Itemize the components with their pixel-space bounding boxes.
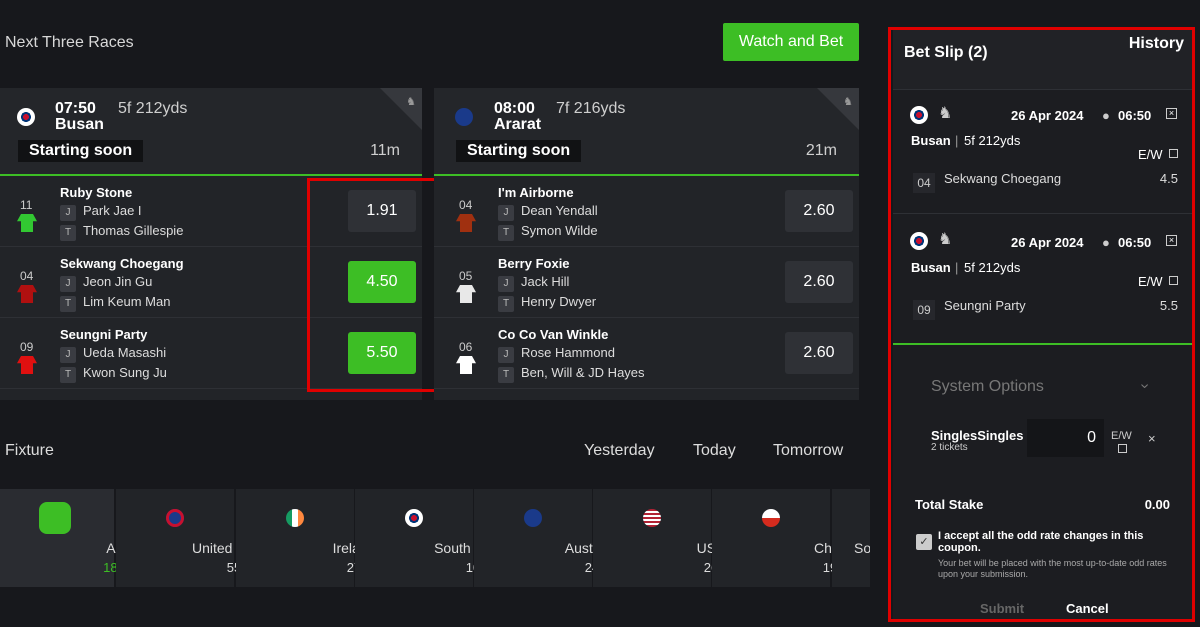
watch-and-bet-button[interactable]: Watch and Bet xyxy=(723,23,859,61)
status-badge: Starting soon xyxy=(456,140,582,162)
horse-name: Seungni Party xyxy=(60,327,148,342)
chile-flag-icon xyxy=(762,509,780,527)
country-list: All 185 United King... 55 Ireland 27 Sou… xyxy=(0,489,870,587)
race-countdown: 21m xyxy=(805,142,837,159)
trainer: T Henry Dwyer xyxy=(498,294,596,312)
status-badge: Starting soon xyxy=(18,140,144,162)
country-name: Chile xyxy=(814,540,846,556)
horse-name: Berry Foxie xyxy=(498,256,570,271)
horse-name: I'm Airborne xyxy=(498,185,574,200)
runner-number: 11 xyxy=(20,198,33,212)
country-chile[interactable]: Chile 19 xyxy=(712,489,846,587)
jockey: J Ueda Masashi xyxy=(60,345,166,363)
country-uk[interactable]: United King... 55 xyxy=(116,489,276,587)
jockey: J Park Jae I xyxy=(60,203,142,221)
horse-icon: ♞ xyxy=(843,96,853,108)
tab-today[interactable]: Today xyxy=(693,442,736,460)
trainer: T Symon Wilde xyxy=(498,223,598,241)
race-card-ararat: 08:00 7f 216yds Ararat Starting soon 21m… xyxy=(434,88,859,400)
horse-name: Sekwang Choegang xyxy=(60,256,184,271)
odds-button[interactable]: 2.60 xyxy=(785,261,853,303)
country-count: 19 xyxy=(822,560,838,575)
race-name: Busan xyxy=(55,116,104,133)
country-australia[interactable]: Australia 24 xyxy=(474,489,619,587)
race-distance: 7f 216yds xyxy=(556,100,626,117)
runner-number: 04 xyxy=(20,269,34,283)
horse-name: Ruby Stone xyxy=(60,185,133,200)
jockey: J Jack Hill xyxy=(498,274,569,292)
usa-flag-icon xyxy=(643,509,661,527)
runner-number: 05 xyxy=(459,269,473,283)
runner-number: 06 xyxy=(459,340,473,354)
highlight-box xyxy=(888,27,1195,622)
globe-icon xyxy=(39,502,71,534)
runner-number: 04 xyxy=(459,198,473,212)
trainer: T Kwon Sung Ju xyxy=(60,365,167,383)
silk-icon xyxy=(456,356,476,374)
next-races-title: Next Three Races xyxy=(5,34,134,51)
runner-row: 04 I'm Airborne J Dean Yendall T Symon Wil… xyxy=(434,176,859,247)
country-all[interactable]: All 185 xyxy=(0,489,125,587)
country-south-korea[interactable]: South Korea 10 xyxy=(355,489,512,587)
korea-flag-icon xyxy=(405,509,423,527)
tab-yesterday[interactable]: Yesterday xyxy=(584,442,655,460)
horse-icon: ♞ xyxy=(406,96,416,108)
korea-flag-icon xyxy=(17,108,35,126)
country-name: So xyxy=(854,540,870,556)
trainer: T Thomas Gillespie xyxy=(60,223,183,241)
ireland-flag-icon xyxy=(286,509,304,527)
australia-flag-icon xyxy=(524,509,542,527)
silk-icon xyxy=(456,214,476,232)
fixture-title: Fixture xyxy=(5,442,54,459)
silk-icon xyxy=(17,356,37,374)
country-partial[interactable]: So xyxy=(832,489,870,587)
runner-row: 05 Berry Foxie J Jack Hill T Henry Dwyer 2… xyxy=(434,247,859,318)
highlight-box xyxy=(307,178,440,392)
odds-button[interactable]: 2.60 xyxy=(785,332,853,374)
race-name: Ararat xyxy=(494,116,542,133)
australia-flag-icon xyxy=(455,108,473,126)
odds-button[interactable]: 2.60 xyxy=(785,190,853,232)
runner-row: 06 Co Co Van Winkle J Rose Hammond T Ben, … xyxy=(434,318,859,389)
silk-icon xyxy=(17,285,37,303)
trainer: T Ben, Will & JD Hayes xyxy=(498,365,645,383)
jockey: J Jeon Jin Gu xyxy=(60,274,152,292)
uk-flag-icon xyxy=(166,509,184,527)
silk-icon xyxy=(456,285,476,303)
race-header[interactable]: 08:00 7f 216yds Ararat Starting soon 21m… xyxy=(434,88,859,176)
jockey: J Rose Hammond xyxy=(498,345,615,363)
race-distance: 5f 212yds xyxy=(118,100,188,117)
race-header[interactable]: 07:50 5f 212yds Busan Starting soon 11m … xyxy=(0,88,422,176)
country-usa[interactable]: USA 26 xyxy=(593,489,725,587)
tab-tomorrow[interactable]: Tomorrow xyxy=(773,442,843,460)
silk-icon xyxy=(17,214,37,232)
horse-name: Co Co Van Winkle xyxy=(498,327,609,342)
race-countdown: 11m xyxy=(370,142,400,159)
country-ireland[interactable]: Ireland 27 xyxy=(236,489,375,587)
jockey: J Dean Yendall xyxy=(498,203,598,221)
runner-number: 09 xyxy=(20,340,34,354)
trainer: T Lim Keum Man xyxy=(60,294,170,312)
